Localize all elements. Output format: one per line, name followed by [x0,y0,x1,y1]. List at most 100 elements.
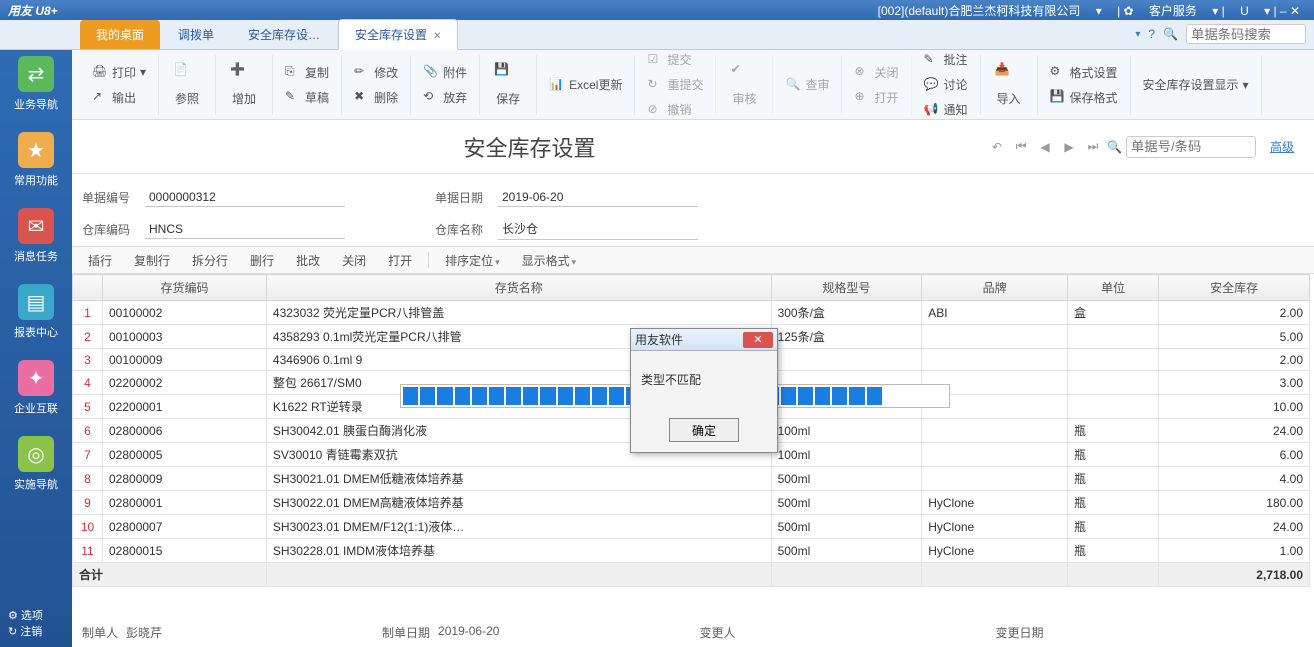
barcode-search-input[interactable] [1186,24,1306,44]
add-button[interactable]: ➕增加 [224,60,264,109]
edit-button[interactable]: ✏修改 [350,62,402,83]
import-icon: 📥 [995,62,1023,90]
sidebar-logout[interactable]: ↻ 注销 [8,623,43,639]
total-qty: 2,718.00 [1159,563,1310,587]
next-button[interactable]: ▶ [1059,137,1079,157]
last-button[interactable]: ⏭ [1083,137,1103,157]
delete-icon: ✖ [354,89,370,105]
dialog-ok-button[interactable]: 确定 [669,418,739,442]
advanced-link[interactable]: 高级 [1270,138,1294,155]
excel-icon: 📊 [549,77,565,93]
reference-button[interactable]: 📄参照 [167,60,207,109]
open-row-button[interactable]: 打开 [382,250,418,271]
u-menu[interactable]: U [1240,4,1249,18]
app-logo: 用友 U8+ [8,2,58,19]
form-row-2: 仓库编码HNCS 仓库名称长沙仓 [82,216,1304,242]
changedate-label: 变更日期 [995,624,1043,641]
whname-value[interactable]: 长沙仓 [498,218,698,240]
attach-button[interactable]: 📎附件 [419,62,471,83]
sidebar-reports[interactable]: ▤报表中心 [6,284,66,340]
app-topbar: 用友 U8+ [002](default)合肥兰杰柯科技有限公司 ▾ | ✿ 客… [0,0,1314,20]
prev-button[interactable]: ◀ [1035,137,1055,157]
company-name[interactable]: [002](default)合肥兰杰柯科技有限公司 [878,4,1081,18]
left-sidebar: ⇄业务导航 ★常用功能 ✉消息任务 ▤报表中心 ✦企业互联 ◎实施导航 ⚙ 选项… [0,20,72,647]
message-dialog: 用友软件 ✕ 类型不匹配 确定 [630,328,778,453]
split-row-button[interactable]: 拆分行 [186,250,234,271]
sort-button[interactable]: 排序定位▾ [439,250,506,271]
copy-button[interactable]: ⎘复制 [281,62,333,83]
close-icon[interactable]: ✕ [433,31,441,42]
bill-search-input[interactable] [1126,136,1256,158]
dialog-message: 类型不匹配 [631,351,777,408]
col-spec[interactable]: 规格型号 [771,275,922,301]
tab-transfer[interactable]: 调拨单 [162,20,230,49]
col-unit[interactable]: 单位 [1067,275,1158,301]
print-button[interactable]: 🖨打印 ▾ [88,62,150,83]
table-row[interactable]: 1002800007SH30023.01 DMEM/F12(1:1)液体…500… [73,515,1310,539]
display-format-button[interactable]: 显示格式▾ [516,250,583,271]
makedate-label: 制单日期 [382,624,430,641]
edit-icon: ✏ [354,64,370,80]
delete-row-button[interactable]: 删行 [244,250,280,271]
nav-icon: ⇄ [18,56,54,92]
discard-button[interactable]: ⟲放弃 [419,87,471,108]
sidebar-options[interactable]: ⚙ 选项 [8,607,43,623]
format-button[interactable]: ⚙格式设置 [1046,62,1122,83]
form-row-1: 单据编号0000000312 单据日期2019-06-20 [82,184,1304,210]
search-icon[interactable]: 🔍 [1163,27,1178,41]
draft-icon: ✎ [285,89,301,105]
batch-button[interactable]: 批改 [290,250,326,271]
savefmt-button[interactable]: 💾保存格式 [1046,87,1122,108]
whcode-value[interactable]: HNCS [145,220,345,239]
col-brand[interactable]: 品牌 [922,275,1068,301]
note-button[interactable]: ✎批注 [920,49,972,70]
sidebar-business-nav[interactable]: ⇄业务导航 [6,56,66,112]
star-icon: ★ [18,132,54,168]
output-icon: ↗ [92,89,108,105]
col-code[interactable]: 存货编码 [103,275,267,301]
table-row[interactable]: 1001000024323032 荧光定量PCR八排管盖300条/盒ABI盒2.… [73,301,1310,325]
document-tabs: 我的桌面 调拨单 安全库存设… 安全库存设置✕ ▾ ? 🔍 [0,20,1314,50]
billno-value[interactable]: 0000000312 [145,188,345,207]
draft-button[interactable]: ✎草稿 [281,87,333,108]
billdate-label: 单据日期 [435,189,490,206]
reference-icon: 📄 [173,62,201,90]
add-icon: ➕ [230,62,258,90]
close-row-button[interactable]: 关闭 [336,250,372,271]
copy-row-button[interactable]: 复制行 [128,250,176,271]
first-button[interactable]: ⏮ [1011,137,1031,157]
tab-desktop[interactable]: 我的桌面 [80,20,160,49]
sidebar-enterprise[interactable]: ✦企业互联 [6,360,66,416]
import-button[interactable]: 📥导入 [989,60,1029,109]
topbar-right: [002](default)合肥兰杰柯科技有限公司 ▾ | ✿ 客户服务 ▾ |… [872,2,1306,19]
notify-button[interactable]: 📢通知 [920,99,972,120]
makedate-value: 2019-06-20 [438,624,499,641]
sidebar-messages[interactable]: ✉消息任务 [6,208,66,264]
attach-icon: 📎 [423,64,439,80]
tab-safety1[interactable]: 安全库存设… [232,20,336,49]
col-qty[interactable]: 安全库存 [1159,275,1310,301]
table-row[interactable]: 902800001SH30022.01 DMEM高糖液体培养基500mlHyCl… [73,491,1310,515]
billdate-value[interactable]: 2019-06-20 [498,188,698,207]
table-row[interactable]: 802800009SH30021.01 DMEM低糖液体培养基500ml瓶4.0… [73,467,1310,491]
undo-button[interactable]: ↶ [987,137,1007,157]
excel-button[interactable]: 📊Excel更新 [545,74,626,95]
output-button[interactable]: ↗输出 [88,87,140,108]
main-toolbar: 🖨打印 ▾ ↗输出 📄参照 ➕增加 ⎘复制 ✎草稿 ✏修改 ✖删除 📎附件 ⟲放… [72,50,1314,120]
sidebar-common[interactable]: ★常用功能 [6,132,66,188]
page-title: 安全库存设置 [72,131,987,163]
table-row[interactable]: 1102800015SH30228.01 IMDM液体培养基500mlHyClo… [73,539,1310,563]
dialog-close-button[interactable]: ✕ [743,332,773,348]
delete-button[interactable]: ✖删除 [350,87,402,108]
help-icon[interactable]: ? [1148,27,1155,41]
showset-button[interactable]: 安全库存设置显示 ▾ [1139,74,1253,95]
sidebar-implement[interactable]: ◎实施导航 [6,436,66,492]
discuss-button[interactable]: 💬讨论 [920,74,972,95]
save-button[interactable]: 💾保存 [488,60,528,109]
customer-service-link[interactable]: 客户服务 [1149,4,1197,18]
tab-safety2[interactable]: 安全库存设置✕ [338,19,458,50]
insert-row-button[interactable]: 插行 [82,250,118,271]
changer-label: 变更人 [699,624,735,641]
tabs-dropdown[interactable]: ▾ [1135,29,1140,40]
col-name[interactable]: 存货名称 [266,275,771,301]
